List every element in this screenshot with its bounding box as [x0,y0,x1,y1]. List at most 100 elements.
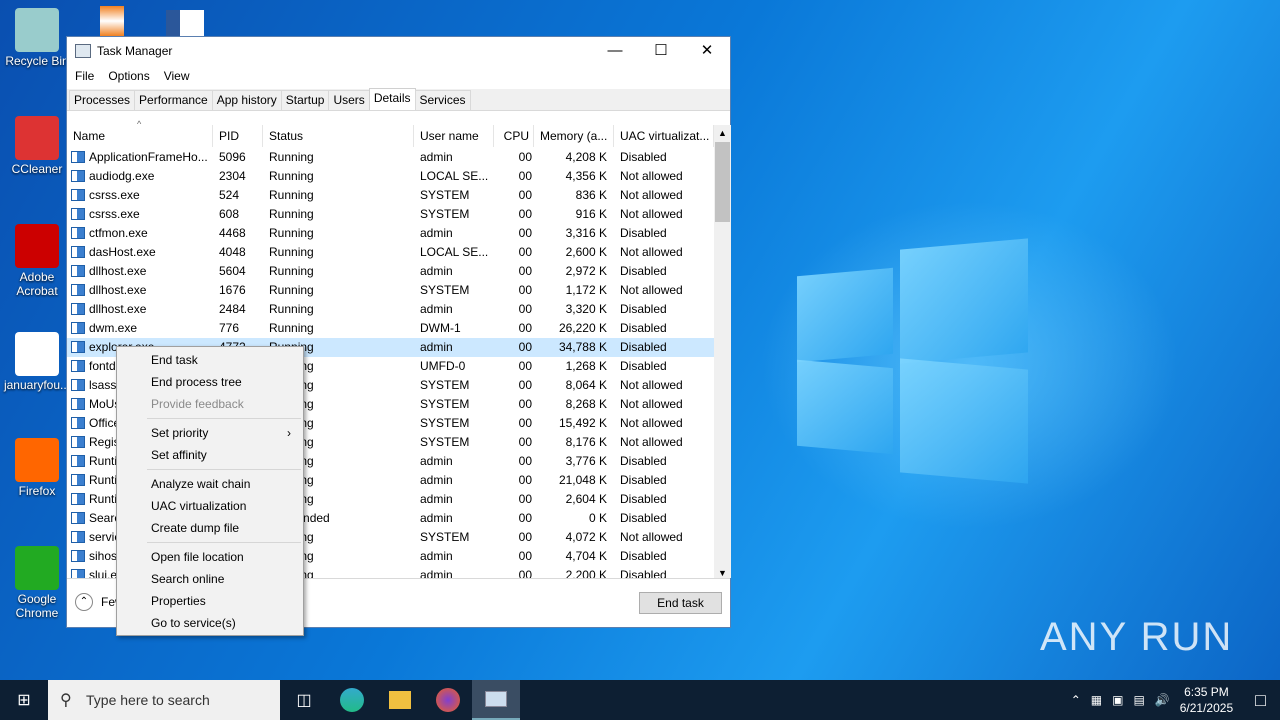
word-doc-icon[interactable] [166,10,204,36]
column-header-3[interactable]: User name [414,125,494,147]
context-menu-properties[interactable]: Properties [117,590,303,612]
cell-text: 4,356 K [565,169,607,183]
cell-2: Running [269,319,414,338]
tab-details[interactable]: Details [368,88,416,110]
cell-text: 4,072 K [565,530,607,544]
menu-file[interactable]: File [75,69,94,83]
scrollbar-thumb[interactable] [715,142,730,222]
context-menu-create-dump-file[interactable]: Create dump file [117,517,303,539]
column-header-2[interactable]: Status [263,125,414,147]
context-menu-search-online[interactable]: Search online [117,568,303,590]
task-view-icon[interactable]: ◫ [280,680,328,720]
table-row[interactable]: ctfmon.exe 4468 Running admin 00 3,316 K Disab… [67,224,714,243]
cell-0: audiodg.exe [71,167,211,186]
column-header-5[interactable]: Memory (a... [534,125,614,147]
cell-6: Disabled [620,224,712,243]
table-row[interactable]: dllhost.exe 1676 Running SYSTEM 00 1,172 K Not… [67,281,714,300]
network-icon[interactable]: ▤ [1133,693,1144,707]
table-row[interactable]: audiodg.exe 2304 Running LOCAL SE... 00 4,356… [67,167,714,186]
tab-performance[interactable]: Performance [134,90,213,110]
table-row[interactable]: dllhost.exe 2484 Running admin 00 3,320 K Disa… [67,300,714,319]
clock[interactable]: 6:35 PM 6/21/2025 [1180,684,1233,716]
desktop-icon[interactable]: Recycle Bin [2,8,72,68]
cell-4: 00 [494,281,534,300]
search-box[interactable]: ⚲ Type here to search [48,680,280,720]
process-icon [71,417,85,429]
tab-users[interactable]: Users [328,90,370,110]
cell-3: SYSTEM [420,281,498,300]
context-menu-set-affinity[interactable]: Set affinity [117,444,303,466]
table-row[interactable]: csrss.exe 608 Running SYSTEM 00 916 K Not allo… [67,205,714,224]
cell-text: admin [420,492,453,506]
process-icon [71,246,85,258]
column-header-1[interactable]: PID [213,125,263,147]
menu-item-label: UAC virtualization [151,499,247,513]
tray-app-icon[interactable]: ▦ [1091,693,1102,707]
menu-item-label: Properties [151,594,206,608]
process-icon [71,531,85,543]
cell-1: 524 [219,186,264,205]
cell-3: LOCAL SE... [420,243,498,262]
cell-5: 3,776 K [534,452,607,471]
cell-3: admin [420,224,498,243]
menu-item-label: Set priority [151,426,209,440]
cell-text: Running [269,302,314,316]
tab-app-history[interactable]: App history [211,90,282,110]
table-row[interactable]: dwm.exe 776 Running DWM-1 00 26,220 K Disabled [67,319,714,338]
context-menu-open-file-location[interactable]: Open file location [117,546,303,568]
close-button[interactable]: ✕ [684,37,730,65]
tab-processes[interactable]: Processes [69,90,136,110]
process-icon [71,170,85,182]
edge-icon[interactable] [328,680,376,720]
notifications-icon[interactable]: □ [1255,690,1266,711]
cell-text: 2304 [219,169,246,183]
cell-text: admin [420,340,453,354]
desktop-icon[interactable]: Google Chrome [2,546,72,620]
cell-5: 2,972 K [534,262,607,281]
firefox-icon[interactable] [424,680,472,720]
end-task-button[interactable]: End task [639,592,722,614]
table-row[interactable]: dllhost.exe 5604 Running admin 00 2,972 K Disa… [67,262,714,281]
context-menu-end-task[interactable]: End task [117,349,303,371]
chevron-right-icon: › [287,426,291,440]
start-button[interactable]: ⊞ [0,680,48,720]
desktop-icon[interactable]: Firefox [2,438,72,498]
context-menu-uac-virtualization[interactable]: UAC virtualization [117,495,303,517]
process-icon [71,493,85,505]
tab-startup[interactable]: Startup [280,90,330,110]
table-row[interactable]: dasHost.exe 4048 Running LOCAL SE... 00 2,600… [67,243,714,262]
task-manager-taskbar-icon[interactable] [472,680,520,720]
column-header-4[interactable]: CPU [494,125,534,147]
desktop-icon[interactable]: Adobe Acrobat [2,224,72,298]
desktop-icon[interactable]: januaryfou... [2,332,72,392]
context-menu-go-to-service-s-[interactable]: Go to service(s) [117,612,303,634]
vlc-icon[interactable] [100,6,124,36]
menu-options[interactable]: Options [108,69,149,83]
table-row[interactable]: ApplicationFrameHo... 5096 Running admin 00 4… [67,148,714,167]
table-row[interactable]: csrss.exe 524 Running SYSTEM 00 836 K Not allo… [67,186,714,205]
cell-text: 2,600 K [565,245,607,259]
vertical-scrollbar[interactable]: ▲ ▼ [714,125,731,578]
cell-6: Not allowed [620,414,712,433]
wallpaper-logo [900,358,1028,484]
context-menu-set-priority[interactable]: Set priority › [117,422,303,444]
column-header-6[interactable]: UAC virtualizat... [614,125,714,147]
maximize-button[interactable]: ☐ [638,37,684,65]
search-placeholder: Type here to search [86,692,210,708]
process-icon [71,436,85,448]
volume-icon[interactable]: 🔊 [1155,693,1170,707]
context-menu-end-process-tree[interactable]: End process tree [117,371,303,393]
cell-0: ctfmon.exe [71,224,211,243]
tab-services[interactable]: Services [414,90,471,110]
cell-6: Not allowed [620,433,712,452]
context-menu-analyze-wait-chain[interactable]: Analyze wait chain [117,473,303,495]
chevron-up-icon[interactable]: ⌃ [1071,693,1081,707]
menu-view[interactable]: View [164,69,190,83]
meet-now-icon[interactable]: ▣ [1112,693,1123,707]
minimize-button[interactable]: — [592,37,638,65]
cell-5: 2,200 K [534,566,607,578]
cell-text: SYSTEM [420,378,470,392]
desktop-icon[interactable]: CCleaner [2,116,72,176]
file-explorer-icon[interactable] [376,680,424,720]
cell-text: admin [420,302,453,316]
